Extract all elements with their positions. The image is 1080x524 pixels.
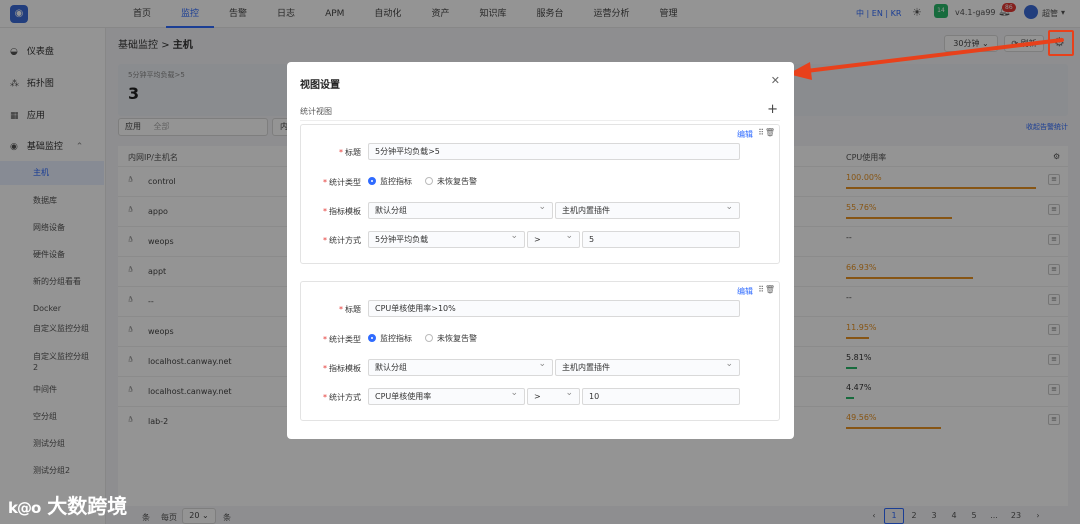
radio-checked-icon xyxy=(368,177,376,185)
view-settings-dialog: 视图设置 ✕ 统计视图 + 编辑 ⠿ 🗑︎ * 标题 5分钟平均负载>5 * 统计类… xyxy=(287,62,794,439)
type-label: * 统计类型 xyxy=(323,335,361,344)
radio-monitor-metric[interactable]: 监控指标 xyxy=(368,333,412,344)
drag-handle-icon[interactable]: ⠿ xyxy=(758,128,764,137)
template-label-text: 指标模板 xyxy=(329,364,361,373)
template-plugin-select[interactable]: 主机内置插件 xyxy=(555,202,740,219)
threshold-input[interactable]: 5 xyxy=(582,231,740,248)
title-label: * 标题 xyxy=(339,148,361,157)
close-icon[interactable]: ✕ xyxy=(771,74,780,87)
type-label: * 统计类型 xyxy=(323,178,361,187)
template-group-select[interactable]: 默认分组 xyxy=(368,202,553,219)
view-panel-1: 编辑 ⠿ 🗑︎ * 标题 5分钟平均负载>5 * 统计类型 监控指标 未恢复告警 *… xyxy=(300,124,780,264)
metric-select[interactable]: 5分钟平均负载 xyxy=(368,231,525,248)
title-label: * 标题 xyxy=(339,305,361,314)
template-label-text: 指标模板 xyxy=(329,207,361,216)
radio-unchecked-icon xyxy=(425,177,433,185)
radio-monitor-metric[interactable]: 监控指标 xyxy=(368,176,412,187)
radio-label: 未恢复告警 xyxy=(437,334,477,343)
radio-checked-icon xyxy=(368,334,376,342)
radio-unchecked-icon xyxy=(425,334,433,342)
title-input[interactable]: CPU单核使用率>10% xyxy=(368,300,740,317)
edit-link[interactable]: 编辑 xyxy=(737,129,753,140)
type-label-text: 统计类型 xyxy=(329,178,361,187)
section-label: 统计视图 xyxy=(300,107,332,116)
radio-label: 监控指标 xyxy=(380,177,412,186)
annotation-arrow xyxy=(788,38,1064,80)
title-label-text: 标题 xyxy=(345,148,361,157)
drag-handle-icon[interactable]: ⠿ xyxy=(758,285,764,294)
operator-select[interactable]: > xyxy=(527,388,580,405)
radio-label: 未恢复告警 xyxy=(437,177,477,186)
radio-label: 监控指标 xyxy=(380,334,412,343)
radio-unresolved-alert[interactable]: 未恢复告警 xyxy=(425,333,477,344)
title-input[interactable]: 5分钟平均负载>5 xyxy=(368,143,740,160)
method-label-text: 统计方式 xyxy=(329,236,361,245)
watermark-text: 大数跨境 xyxy=(47,494,128,518)
method-label: * 统计方式 xyxy=(323,236,361,245)
dialog-title: 视图设置 xyxy=(300,80,340,91)
title-label-text: 标题 xyxy=(345,305,361,314)
watermark-logo-mark: k@o xyxy=(8,499,41,517)
divider xyxy=(300,120,780,121)
template-plugin-select[interactable]: 主机内置插件 xyxy=(555,359,740,376)
watermark-logo: k@o 大数跨境 xyxy=(8,490,127,519)
operator-select[interactable]: > xyxy=(527,231,580,248)
view-panel-2: 编辑 ⠿ 🗑︎ * 标题 CPU单核使用率>10% * 统计类型 监控指标 未恢复告… xyxy=(300,281,780,421)
edit-link[interactable]: 编辑 xyxy=(737,286,753,297)
delete-icon[interactable]: 🗑︎ xyxy=(765,128,775,137)
template-group-select[interactable]: 默认分组 xyxy=(368,359,553,376)
type-label-text: 统计类型 xyxy=(329,335,361,344)
delete-icon[interactable]: 🗑︎ xyxy=(765,285,775,294)
template-label: * 指标模板 xyxy=(323,207,361,216)
radio-unresolved-alert[interactable]: 未恢复告警 xyxy=(425,176,477,187)
metric-select[interactable]: CPU单核使用率 xyxy=(368,388,525,405)
template-label: * 指标模板 xyxy=(323,364,361,373)
add-view-icon[interactable]: + xyxy=(767,102,778,117)
method-label-text: 统计方式 xyxy=(329,393,361,402)
threshold-input[interactable]: 10 xyxy=(582,388,740,405)
method-label: * 统计方式 xyxy=(323,393,361,402)
